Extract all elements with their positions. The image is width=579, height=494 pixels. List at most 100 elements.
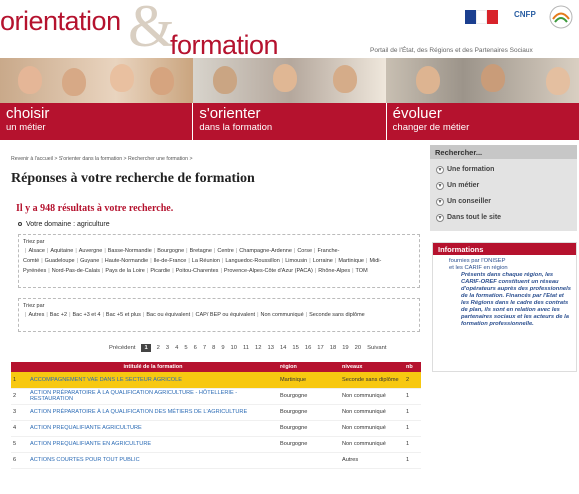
search-site-link[interactable]: ▼ Dans tout le site [436, 212, 577, 223]
level-filter-option[interactable]: Bac +2 [50, 312, 67, 318]
nav-choisir[interactable]: choisir un métier [0, 103, 194, 140]
pager-page-link[interactable]: 10 [231, 345, 237, 351]
region-filter-option[interactable]: Rhône-Alpes [318, 268, 350, 274]
table-row[interactable]: 3 ACTION PRÉPARATOIRE À LA QUALIFICATION … [11, 404, 421, 421]
region-filter-option[interactable]: Limousin [285, 258, 307, 264]
region-filter-option[interactable]: Champagne-Ardenne [239, 248, 292, 254]
level-filter-option[interactable]: Bac +3 et 4 [73, 312, 101, 318]
col-header-level[interactable]: niveaux [340, 362, 404, 372]
col-header-title[interactable]: intitulé de la formation [28, 362, 278, 372]
pager-page-link[interactable]: 4 [175, 345, 178, 351]
pager-page-link[interactable]: 7 [203, 345, 206, 351]
row-level: Non communiqué [340, 388, 404, 405]
row-title-link[interactable]: ACCOMPAGNEMENT VAE DANS LE SECTEUR AGRIC… [28, 372, 278, 389]
region-filter-option[interactable]: Poitou-Charentes [176, 268, 219, 274]
region-filter-option[interactable]: Centre [217, 248, 234, 254]
separator: | [220, 268, 222, 274]
pager-previous[interactable]: Précédent [109, 345, 135, 351]
pager-page-link[interactable]: 13 [267, 345, 273, 351]
pager-page-link[interactable]: 18 [330, 345, 336, 351]
region-filter-option[interactable]: Haute-Normandie [105, 258, 148, 264]
breadcrumb[interactable]: Revenir à l'accueil > S'orienter dans la… [11, 156, 192, 162]
level-filter-option[interactable]: Bac ou équivalent [146, 312, 190, 318]
main-content: Revenir à l'accueil > S'orienter dans la… [0, 140, 427, 494]
pager-page-link[interactable]: 16 [305, 345, 311, 351]
row-count: 1 [404, 420, 421, 437]
logo-orientation[interactable]: orientation [0, 6, 121, 37]
level-filter-option[interactable]: Non communiqué [261, 312, 304, 318]
row-title-link[interactable]: ACTION PRÉPARATOIRE À LA QUALIFICATION D… [28, 404, 278, 421]
region-filter-option[interactable]: Basse-Normandie [108, 248, 152, 254]
row-count: 1 [404, 388, 421, 405]
pager-page-link[interactable]: 11 [243, 345, 249, 351]
region-filter-option[interactable]: Guadeloupe [45, 258, 75, 264]
pager-page-link[interactable]: 17 [317, 345, 323, 351]
region-filter-option[interactable]: TOM [356, 268, 368, 274]
region-filter-option[interactable]: Bretagne [190, 248, 212, 254]
info-line-2[interactable]: et les CARIF en région [449, 265, 572, 272]
logo-formation[interactable]: formation [170, 30, 279, 61]
nav-evoluer-title: évoluer [392, 105, 442, 122]
table-row[interactable]: 2 ACTION PRÉPARATOIRE À LA QUALIFICATION … [11, 388, 421, 405]
search-formation-link[interactable]: ▼ Une formation [436, 164, 577, 175]
region-filter-option[interactable]: La Réunion [192, 258, 220, 264]
pager-page-link[interactable]: 3 [166, 345, 169, 351]
row-number: 1 [11, 372, 28, 389]
pager-page-link[interactable]: 19 [342, 345, 348, 351]
level-filter-option[interactable]: Bac +5 et plus [106, 312, 141, 318]
pager-page-link[interactable]: 20 [355, 345, 361, 351]
region-filter-list: | Alsace | Aquitaine | Auvergne | Basse-Normand… [23, 246, 415, 276]
region-filter-option[interactable]: Auvergne [79, 248, 103, 254]
info-panel-title: Informations [433, 243, 576, 255]
region-filter-option[interactable]: Picardie [150, 268, 170, 274]
info-panel: Informations fournies par l'ONISEP et le… [432, 242, 577, 372]
table-row[interactable]: 1 ACCOMPAGNEMENT VAE DANS LE SECTEUR AGRI… [11, 372, 421, 389]
col-header-region[interactable]: région [278, 362, 340, 372]
pager-page-link[interactable]: 12 [255, 345, 261, 351]
nav-evoluer[interactable]: évoluer changer de métier [387, 103, 579, 140]
table-row[interactable]: 6 ACTIONS COURTES POUR TOUT PUBLIC Autres 1 [11, 452, 421, 469]
pager-next[interactable]: Suivant [367, 345, 386, 351]
pager-page-link[interactable]: 14 [280, 345, 286, 351]
pager-page-link[interactable]: 8 [212, 345, 215, 351]
region-filter-option[interactable]: Alsace [28, 248, 45, 254]
region-filter-option[interactable]: Nord-Pas-de-Calais [52, 268, 100, 274]
search-metier-link[interactable]: ▼ Un métier [436, 180, 577, 191]
region-filter-option[interactable]: Corse [297, 248, 312, 254]
table-row[interactable]: 4 ACTION PREQUALIFIANTE AGRICULTURE Bourgo… [11, 420, 421, 437]
region-filter-option[interactable]: Pays de la Loire [105, 268, 144, 274]
level-filter-option[interactable]: Seconde sans diplôme [309, 312, 365, 318]
region-filter-label: Triez par [23, 239, 45, 245]
table-row[interactable]: 5 ACTION PREQUALIFIANTE EN AGRICULTURE Bou… [11, 436, 421, 453]
pager-page-link[interactable]: 5 [184, 345, 187, 351]
info-description: Présents dans chaque région, les CARIF-O… [461, 272, 571, 327]
separator: | [192, 312, 194, 318]
region-filter-option[interactable]: Aquitaine [50, 248, 73, 254]
region-filter-option[interactable]: Languedoc-Roussillon [225, 258, 279, 264]
sidebar: Rechercher... ▼ Une formation ▼ Un métier … [427, 140, 579, 494]
nav-sorienter[interactable]: s'orienter dans la formation [193, 103, 387, 140]
region-filter-option[interactable]: Ile-de-France [154, 258, 187, 264]
row-region: Bourgogne [278, 404, 340, 421]
pager-page-link[interactable]: 2 [157, 345, 160, 351]
republique-francaise-logo[interactable] [465, 10, 509, 24]
region-filter-option[interactable]: Lorraine [313, 258, 333, 264]
pager-page-link[interactable]: 15 [292, 345, 298, 351]
pager-current-page: 1 [141, 344, 151, 352]
search-conseiller-link[interactable]: ▼ Un conseiller [436, 196, 577, 207]
row-title-link[interactable]: ACTION PREQUALIFIANTE AGRICULTURE [28, 420, 278, 437]
row-title-link[interactable]: ACTION PREQUALIFIANTE EN AGRICULTURE [28, 436, 278, 453]
region-filter-option[interactable]: Martinique [338, 258, 364, 264]
region-filter-option[interactable]: Guyane [80, 258, 99, 264]
region-filter-option[interactable]: Bourgogne [157, 248, 184, 254]
partner-logo-icon[interactable] [547, 4, 575, 30]
pager-page-link[interactable]: 9 [221, 345, 224, 351]
pager-page-link[interactable]: 6 [194, 345, 197, 351]
level-filter-option[interactable]: Autres [28, 312, 44, 318]
cnfp-logo[interactable]: CNFP [514, 10, 536, 19]
region-filter-option[interactable]: Provence-Alpes-Côte d'Azur (PACA) [224, 268, 313, 274]
row-title-link[interactable]: ACTIONS COURTES POUR TOUT PUBLIC [28, 452, 278, 469]
level-filter-option[interactable]: CAP/ BEP ou équivalent [196, 312, 256, 318]
row-title-link[interactable]: ACTION PRÉPARATOIRE À LA QUALIFICATION A… [28, 388, 278, 405]
info-line-1[interactable]: fournies par l'ONISEP [449, 258, 572, 265]
